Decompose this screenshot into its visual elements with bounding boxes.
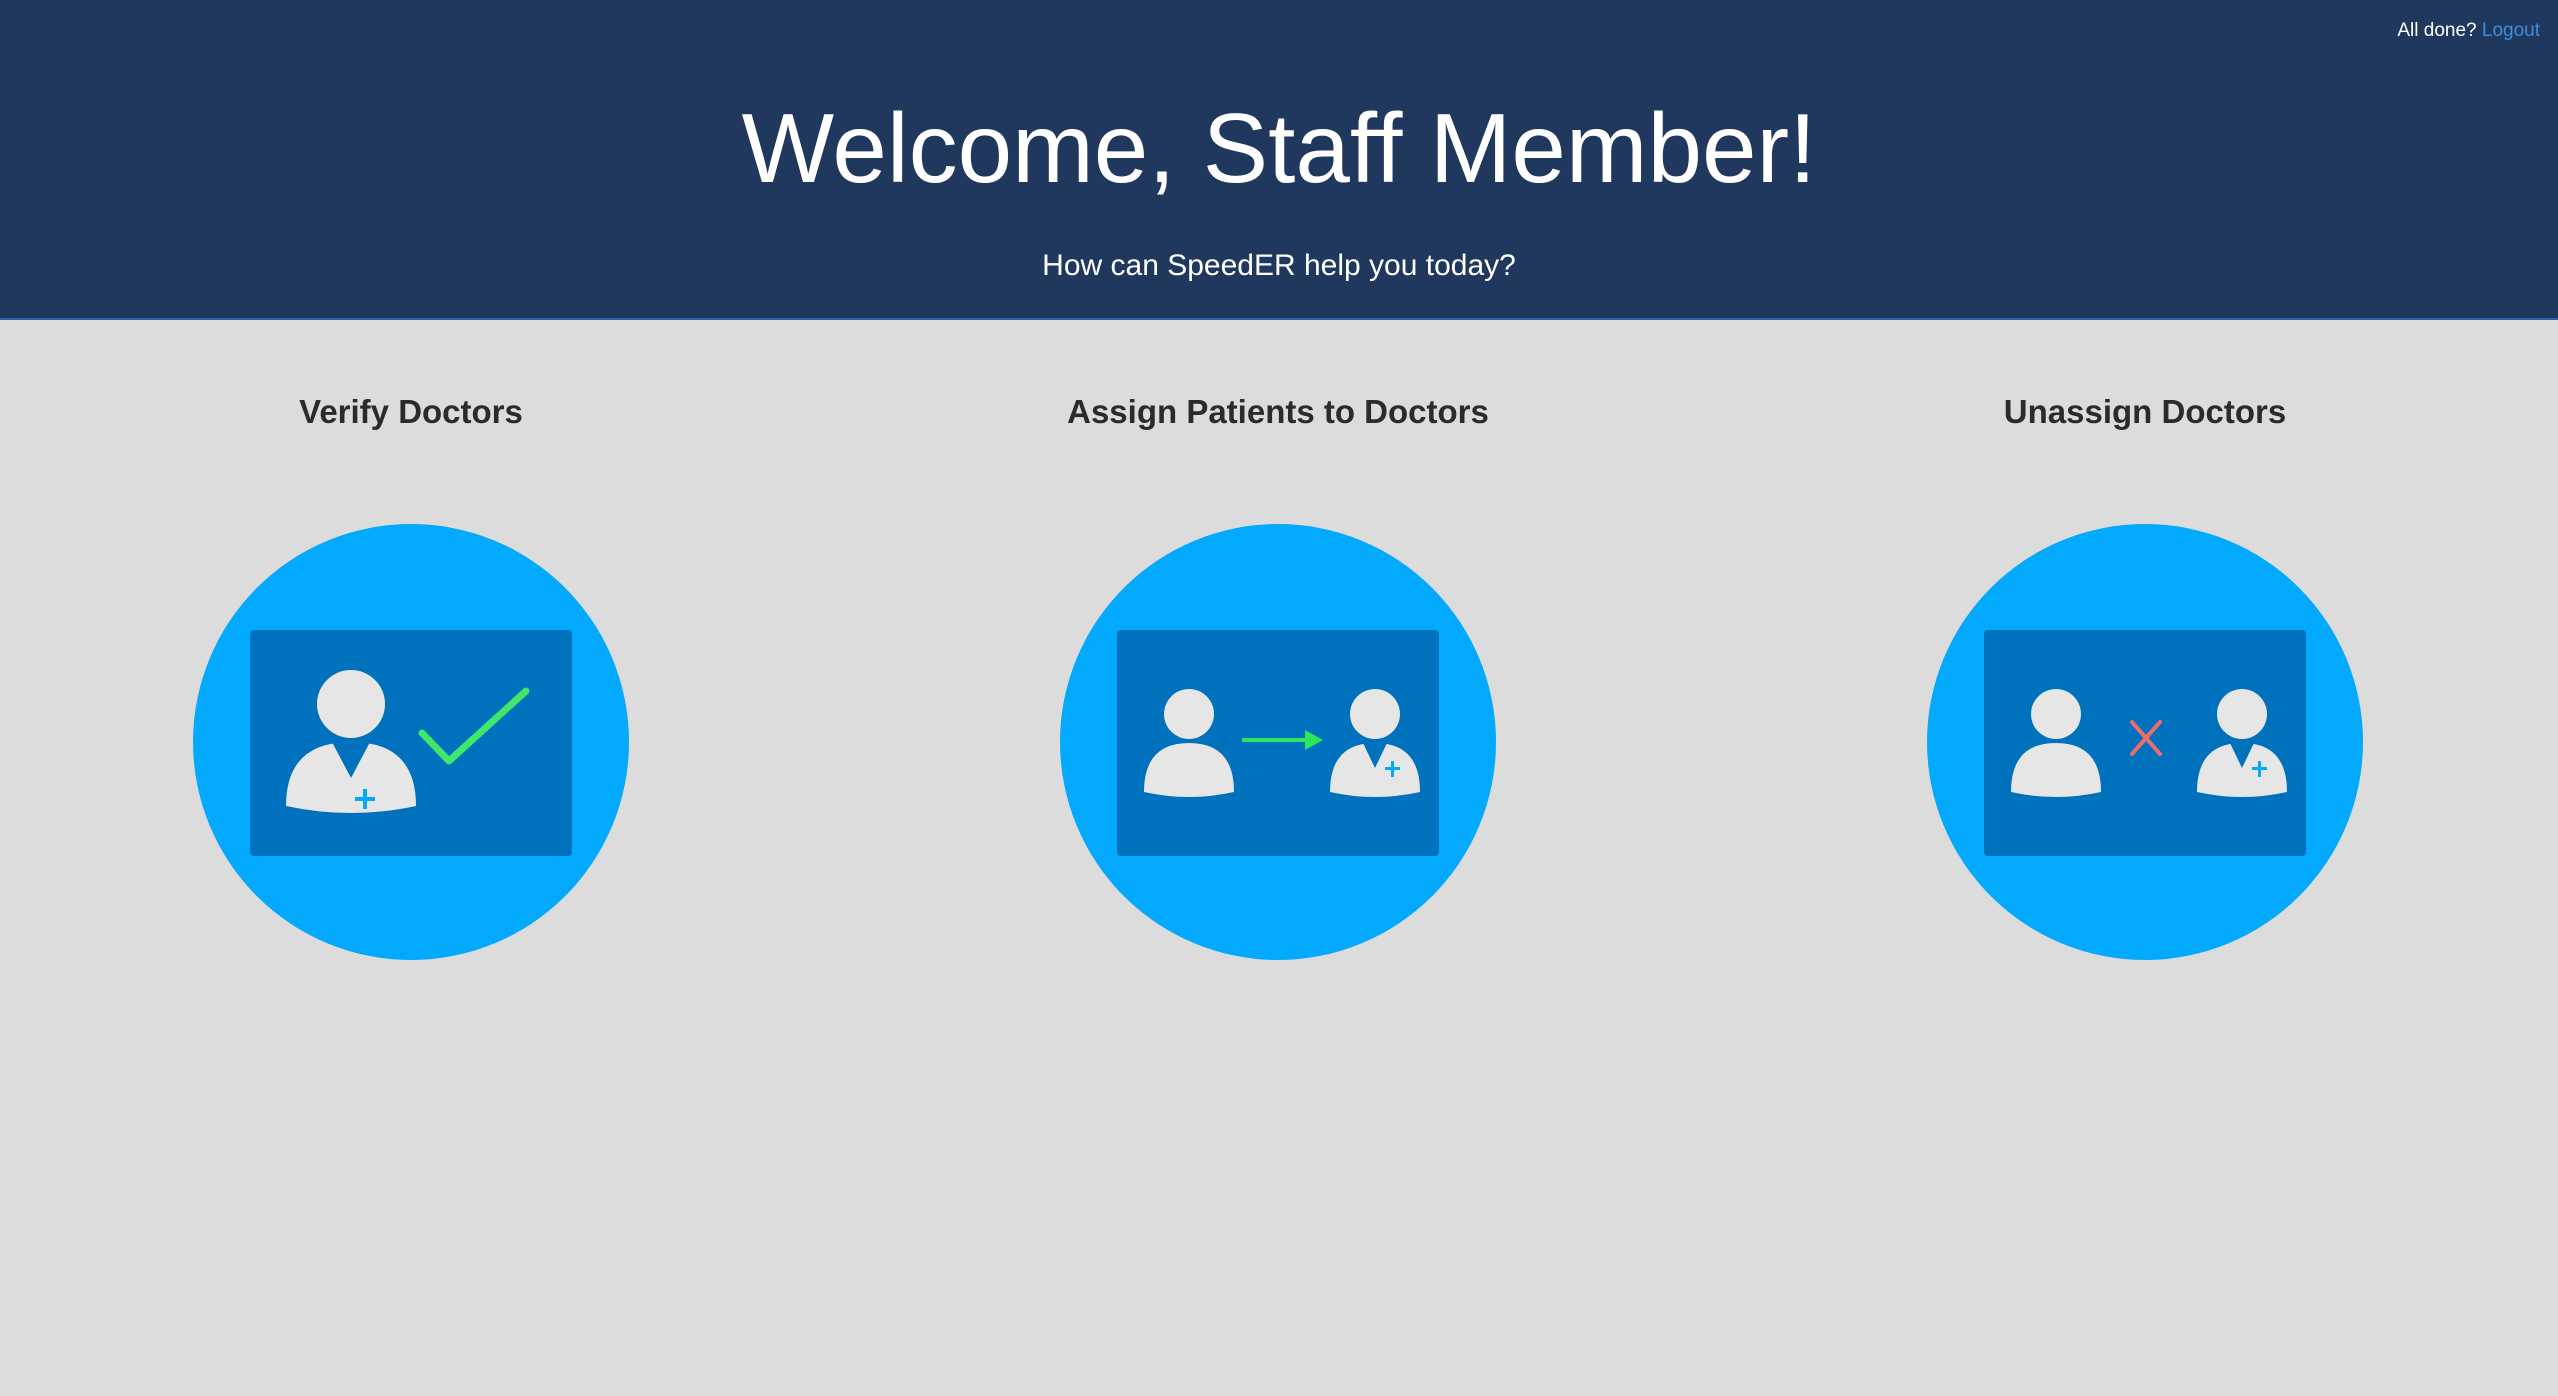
- account-area: All done? Logout: [2397, 20, 2540, 42]
- unassign-doctors-button[interactable]: [1927, 524, 2363, 960]
- page-title: Welcome, Staff Member!: [741, 93, 1817, 203]
- verify-doctors-title: Verify Doctors: [299, 393, 523, 430]
- assign-patients-button[interactable]: [1060, 524, 1496, 960]
- page-header: All done? Logout Welcome, Staff Member! …: [0, 0, 2558, 320]
- verify-doctor-icon: [250, 630, 572, 856]
- unassign-doctor-icon: [1984, 630, 2306, 856]
- unassign-doctors-title: Unassign Doctors: [2003, 393, 2287, 430]
- assign-patient-icon: [1117, 630, 1439, 856]
- all-done-text: All done?: [2397, 20, 2477, 41]
- page-subtitle: How can SpeedER help you today?: [1042, 249, 1516, 282]
- assign-patients-card[interactable]: Assign Patients to Doctors: [928, 390, 1628, 960]
- assign-patients-title: Assign Patients to Doctors: [1067, 393, 1489, 430]
- unassign-doctors-card[interactable]: Unassign Doctors: [1795, 390, 2495, 960]
- logout-link[interactable]: Logout: [2482, 20, 2540, 41]
- verify-doctors-button[interactable]: [193, 524, 629, 960]
- verify-doctors-card[interactable]: Verify Doctors: [61, 390, 761, 960]
